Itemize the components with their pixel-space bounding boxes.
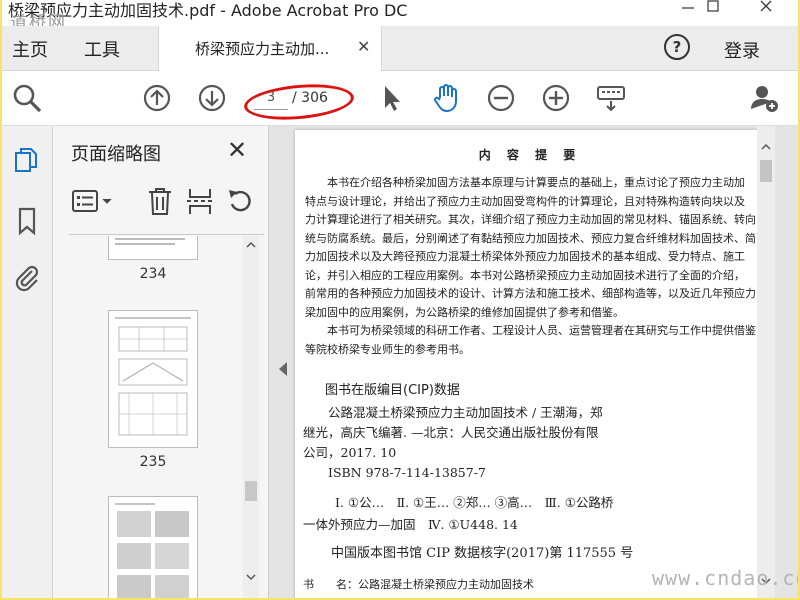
watermark-bottom: www.cndao.com	[652, 566, 798, 590]
scroll-up-icon[interactable]	[757, 140, 775, 154]
thumbnail-page-number: 235	[139, 454, 167, 470]
scroll-up-icon[interactable]	[243, 238, 259, 252]
thumbnail-page-235[interactable]	[108, 310, 198, 448]
cip-title: 图书在版编目(CIP)数据	[325, 383, 460, 398]
summary-line: 本书可为桥梁领域的科研工作者、工程设计人员、运营管理者在其研究与工作中提供借鉴	[305, 324, 756, 337]
maximize-button[interactable]	[692, 0, 732, 22]
collapse-pane-icon[interactable]	[279, 362, 287, 376]
cursor-arrow-icon	[385, 86, 400, 111]
summary-line: 论，并引入相应的工程应用案例。本书对公路桥梁预应力主动加固技术进行了全面的介绍，	[305, 268, 745, 282]
maximize-icon	[707, 0, 719, 12]
summary-line: 力计算理论进行了相关研究。其次，详细介绍了预应力主动加固的常见材料、锚固系统、转…	[305, 213, 756, 226]
share-user-button[interactable]	[748, 81, 782, 115]
cip-line: 公司，2017. 10	[303, 445, 397, 460]
book-title-line: 书 名：公路混凝土桥梁预应力主动加固技术	[303, 578, 534, 591]
bookmarks-toggle[interactable]	[12, 206, 42, 236]
document-scrollbar[interactable]	[757, 126, 775, 598]
login-button[interactable]: 登录	[724, 37, 760, 63]
summary-line: 梁加固中的应用案例，为公路桥梁的维修加固提供了参考和借鉴。	[305, 305, 624, 319]
summary-line: 力加固技术以及大跨径预应力混凝土桥梁体外预应力加固技术的基本组成、受力特点、施工	[305, 250, 745, 263]
plus-circle-icon	[542, 84, 570, 112]
cip-line: 公路混凝土桥梁预应力主动加固技术 / 王潮海，郑	[303, 405, 603, 420]
paperclip-icon	[15, 265, 39, 292]
zoom-search-button[interactable]	[10, 81, 44, 115]
document-scroll-thumb[interactable]	[760, 160, 772, 182]
window-title: 桥梁预应力主动加固技术.pdf - Adobe Acrobat Pro DC	[8, 1, 408, 20]
close-window-button[interactable]	[746, 0, 786, 22]
page-thumbnails-toggle[interactable]	[12, 146, 42, 176]
minus-circle-icon	[487, 84, 515, 112]
thumbnail-preview	[115, 317, 191, 436]
pages-icon	[15, 148, 37, 172]
summary-line: 特点与设计理论，并给出了预应力主动加固受弯构件的计算理论，且对特殊构造转向块以及	[305, 194, 745, 208]
thumbnail-preview	[115, 238, 185, 245]
document-viewer[interactable]: 内 容 提 要 本书在介绍各种桥梁加固方法基本原理与计算要点的基础上，重点讨论了…	[269, 126, 798, 598]
rotate-page-button[interactable]	[225, 186, 255, 218]
bookmark-icon	[18, 207, 36, 236]
rotate-icon	[229, 190, 251, 212]
thumbnail-toolbar-divider	[69, 234, 264, 235]
thumbnail-page-236[interactable]	[108, 496, 198, 598]
split-icon	[187, 189, 213, 214]
keyboard-icon	[597, 86, 625, 112]
magnifier-icon	[13, 84, 42, 113]
tab-document-label: 桥梁预应力主动加...	[195, 40, 330, 58]
split-page-button[interactable]	[185, 186, 215, 218]
title-bar: 桥梁预应力主动加固技术.pdf - Adobe Acrobat Pro DC 道…	[2, 0, 798, 33]
thumbnail-scroll-thumb[interactable]	[245, 481, 257, 501]
summary-line: 前常用的各种预应力加固技术的设计、计算方法和施工技术、细部构造等，以及近几年预应…	[305, 287, 756, 300]
trash-icon	[149, 188, 171, 215]
thumbnails-title: 页面缩略图	[71, 144, 161, 165]
classification-line-1: Ⅰ. ①公… Ⅱ. ①王… ②郑… ③高… Ⅲ. ①公路桥	[335, 495, 614, 510]
scroll-down-icon[interactable]	[243, 570, 259, 584]
tab-home[interactable]: 主页	[12, 36, 48, 62]
close-tab-icon[interactable]: ✕	[357, 37, 370, 56]
document-page: 内 容 提 要 本书在介绍各种桥梁加固方法基本原理与计算要点的基础上，重点讨论了…	[295, 130, 765, 598]
arrow-up-circle-icon	[143, 84, 171, 112]
keyboard-tools-button[interactable]	[594, 81, 628, 115]
hand-tool-button[interactable]	[429, 81, 463, 115]
tab-bar: 主页 工具 桥梁预应力主动加... ✕ ? 登录	[2, 26, 798, 71]
thumbnails-pane: 页面缩略图 ✕ 234 235	[53, 126, 269, 598]
tab-document[interactable]: 桥梁预应力主动加... ✕	[158, 26, 382, 71]
add-user-icon	[751, 86, 778, 112]
acrobat-window: 桥梁预应力主动加固技术.pdf - Adobe Acrobat Pro DC 道…	[2, 0, 798, 598]
attachments-toggle[interactable]	[12, 262, 42, 292]
tab-tools[interactable]: 工具	[84, 36, 120, 62]
thumbnail-page-234[interactable]	[108, 236, 198, 260]
summary-line: 等院校桥梁专业师生的参考用书。	[305, 342, 470, 356]
previous-page-button[interactable]	[140, 81, 174, 115]
cip-line: 继光，高庆飞编著. —北京：人民交通出版社股份有限	[303, 425, 599, 440]
cip-number: 中国版本图书馆 CIP 数据核字(2017)第 117555 号	[331, 546, 634, 561]
select-tool-button[interactable]	[375, 81, 409, 115]
left-navigation-rail	[2, 126, 53, 598]
delete-page-button[interactable]	[145, 186, 175, 218]
close-pane-icon[interactable]: ✕	[227, 136, 247, 164]
next-page-button[interactable]	[195, 81, 229, 115]
toolbar: 3 / 306	[2, 71, 798, 126]
thumbnail-scrollbar[interactable]	[243, 236, 259, 598]
classification-line-2: 一体外预应力—加固 Ⅳ. ①U448. 14	[303, 517, 518, 532]
hand-icon	[434, 84, 457, 113]
thumbnail-preview	[115, 503, 189, 598]
thumbnail-page-number: 234	[139, 266, 167, 282]
thumbnail-list: 234 235	[53, 236, 248, 598]
arrow-down-circle-icon	[198, 84, 226, 112]
zoom-in-button[interactable]	[539, 81, 573, 115]
zoom-out-button[interactable]	[484, 81, 518, 115]
thumbnail-options-button[interactable]	[71, 186, 115, 218]
summary-line: 统与防腐系统。最后，分别阐述了有黏结预应力加固技术、预应力复合纤维材料加固技术、…	[305, 231, 756, 245]
help-icon[interactable]: ?	[664, 34, 690, 60]
list-options-icon	[72, 190, 112, 212]
close-icon	[760, 0, 772, 12]
cip-line: ISBN 978-7-114-13857-7	[303, 465, 486, 480]
page-heading: 内 容 提 要	[478, 148, 582, 162]
summary-line: 本书在介绍各种桥梁加固方法基本原理与计算要点的基础上，重点讨论了预应力主动加	[305, 176, 745, 189]
